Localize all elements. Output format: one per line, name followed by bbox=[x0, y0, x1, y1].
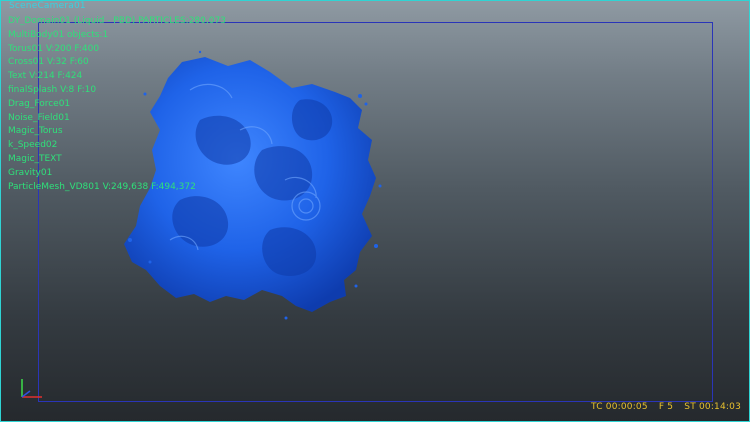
sim-time: ST 00:14:03 bbox=[684, 402, 741, 412]
overlay-line: Gravity01 bbox=[8, 167, 53, 178]
overlay-line: Drag_Force01 bbox=[8, 98, 71, 109]
scene-info-overlay: DY_Domain01 (Liquid - PBD) PARTICLES:280… bbox=[8, 15, 226, 194]
overlay-line: DY_Domain01 (Liquid - PBD) PARTICLES:280… bbox=[8, 16, 226, 26]
viewport[interactable]: SceneCamera01 DY_Domain01 (Liquid - PBD)… bbox=[0, 0, 750, 422]
overlay-line: ParticleMesh_VD801 V:249,638 F:494,372 bbox=[8, 181, 196, 192]
overlay-line: Magic_TEXT bbox=[8, 153, 62, 164]
overlay-line: Text V:214 F:424 bbox=[8, 71, 83, 82]
overlay-line: k_Speed02 bbox=[8, 140, 58, 151]
camera-name: SceneCamera01 bbox=[9, 1, 86, 11]
overlay-line: MultiBody01 objects:1 bbox=[8, 29, 109, 40]
overlay-line: finalSplash V:8 F:10 bbox=[8, 84, 97, 95]
axis-gizmo-icon bbox=[21, 379, 42, 398]
playback-status: TC 00:00:05 F 5 ST 00:14:03 bbox=[583, 402, 741, 412]
timecode: TC 00:00:05 bbox=[591, 402, 648, 412]
overlay-line: Torus01 V:200 F:400 bbox=[8, 43, 100, 54]
overlay-line: Cross01 V:32 F:60 bbox=[8, 57, 89, 68]
frame-number: F 5 bbox=[658, 402, 674, 412]
overlay-line: Noise_Field01 bbox=[8, 112, 70, 123]
overlay-line: Magic_Torus bbox=[8, 126, 63, 137]
